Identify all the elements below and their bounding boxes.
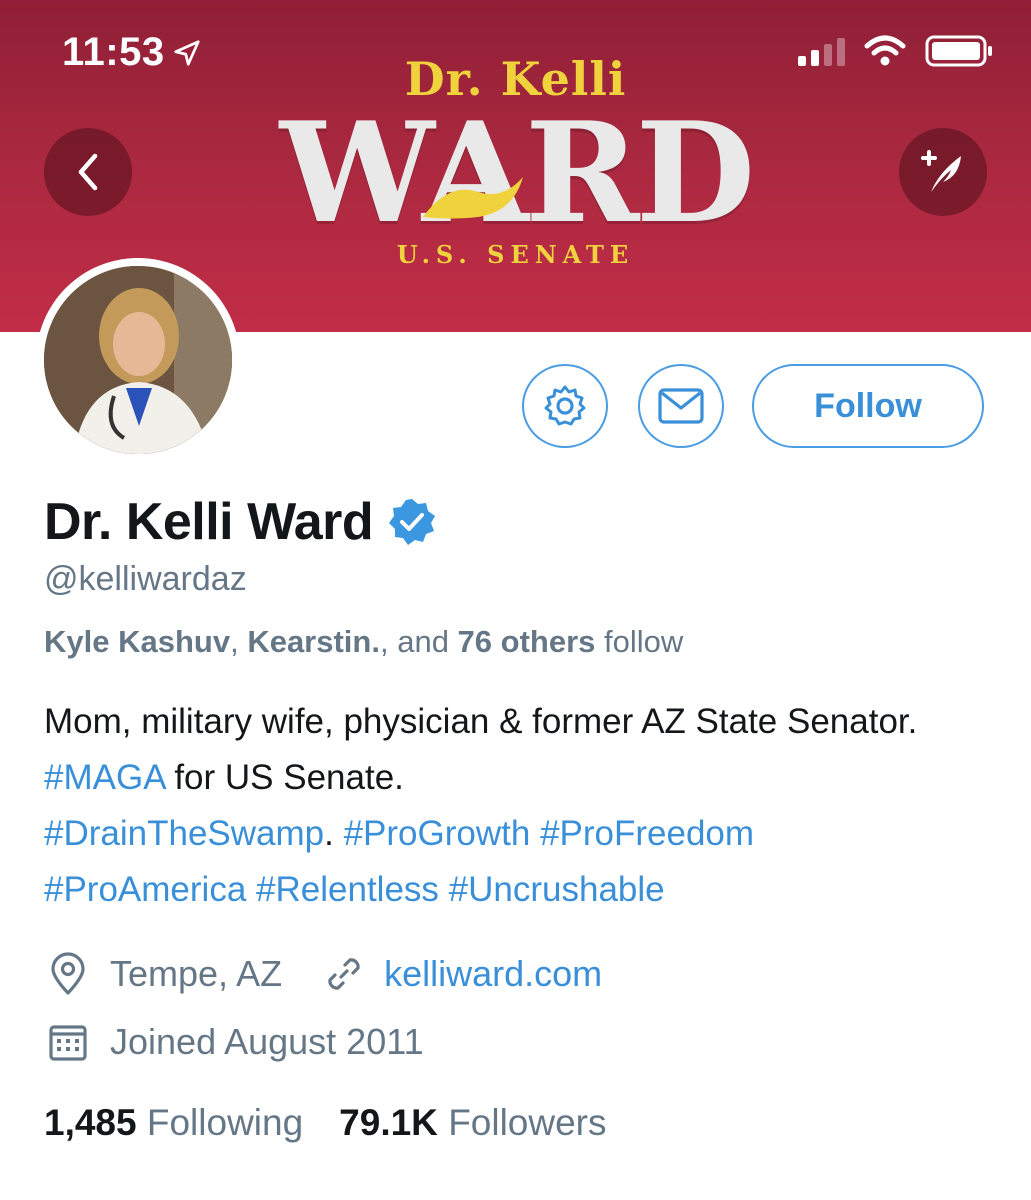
verified-badge-icon [389,499,436,545]
follower-name: Kearstin. [247,624,380,659]
follow-stats: 1,485 Following 79.1K Followers [44,1102,607,1144]
chevron-left-icon [78,153,98,191]
gear-icon [544,385,586,426]
followers-label: Followers [448,1102,607,1143]
following-stat[interactable]: 1,485 Following [44,1102,303,1144]
link-icon [320,950,368,998]
hashtag-link[interactable]: #ProFreedom [540,814,754,853]
website-link[interactable]: kelliward.com [384,953,602,995]
compose-feather-icon [921,150,961,192]
followers-stat[interactable]: 79.1K Followers [339,1102,606,1144]
profile-name: Dr. Kelli Ward [44,493,374,551]
followers-you-know[interactable]: Kyle Kashuv, Kearstin., and 76 others fo… [44,624,683,660]
avatar-photo [44,266,232,454]
hashtag-link[interactable]: #Relentless [256,870,439,909]
following-count: 1,485 [44,1102,137,1143]
others-count: 76 others [457,624,596,659]
separator-text: , [230,624,248,659]
profile-handle: @kelliwardaz [44,560,247,598]
eagle-wing-icon [423,177,523,219]
hashtag-link[interactable]: #Uncrushable [449,870,665,909]
back-button[interactable] [44,128,132,216]
followers-count: 79.1K [339,1102,438,1143]
follow-button[interactable]: Follow [752,364,984,448]
bio-text: for US Senate. [164,758,404,797]
location-pin-icon [44,950,92,998]
profile-name-row: Dr. Kelli Ward [44,492,437,552]
joined-row: Joined August 2011 [44,1018,424,1066]
follower-name: Kyle Kashuv [44,624,231,659]
hashtag-link[interactable]: #DrainTheSwamp [44,814,324,853]
hashtag-link[interactable]: #ProAmerica [44,870,246,909]
follow-suffix: follow [595,624,684,659]
avatar-portrait-icon [44,266,232,454]
compose-tweet-button[interactable] [899,128,987,216]
location-text: Tempe, AZ [110,953,283,994]
following-label: Following [146,1102,304,1143]
joined-text: Joined August 2011 [110,1021,424,1062]
bio-text: Mom, military wife, physician & former A… [44,702,918,741]
separator-text: , and [379,624,458,659]
calendar-icon [44,1018,92,1066]
settings-button[interactable] [522,364,608,448]
avatar[interactable] [36,258,240,462]
location-row: Tempe, AZ kelliward.com [44,950,602,998]
profile-bio: Mom, military wife, physician & former A… [44,694,994,918]
bio-text: . [324,814,344,853]
message-button[interactable] [638,364,724,448]
hashtag-link[interactable]: #ProGrowth [344,814,531,853]
mail-icon [658,388,704,424]
hashtag-link[interactable]: #MAGA [44,758,165,797]
